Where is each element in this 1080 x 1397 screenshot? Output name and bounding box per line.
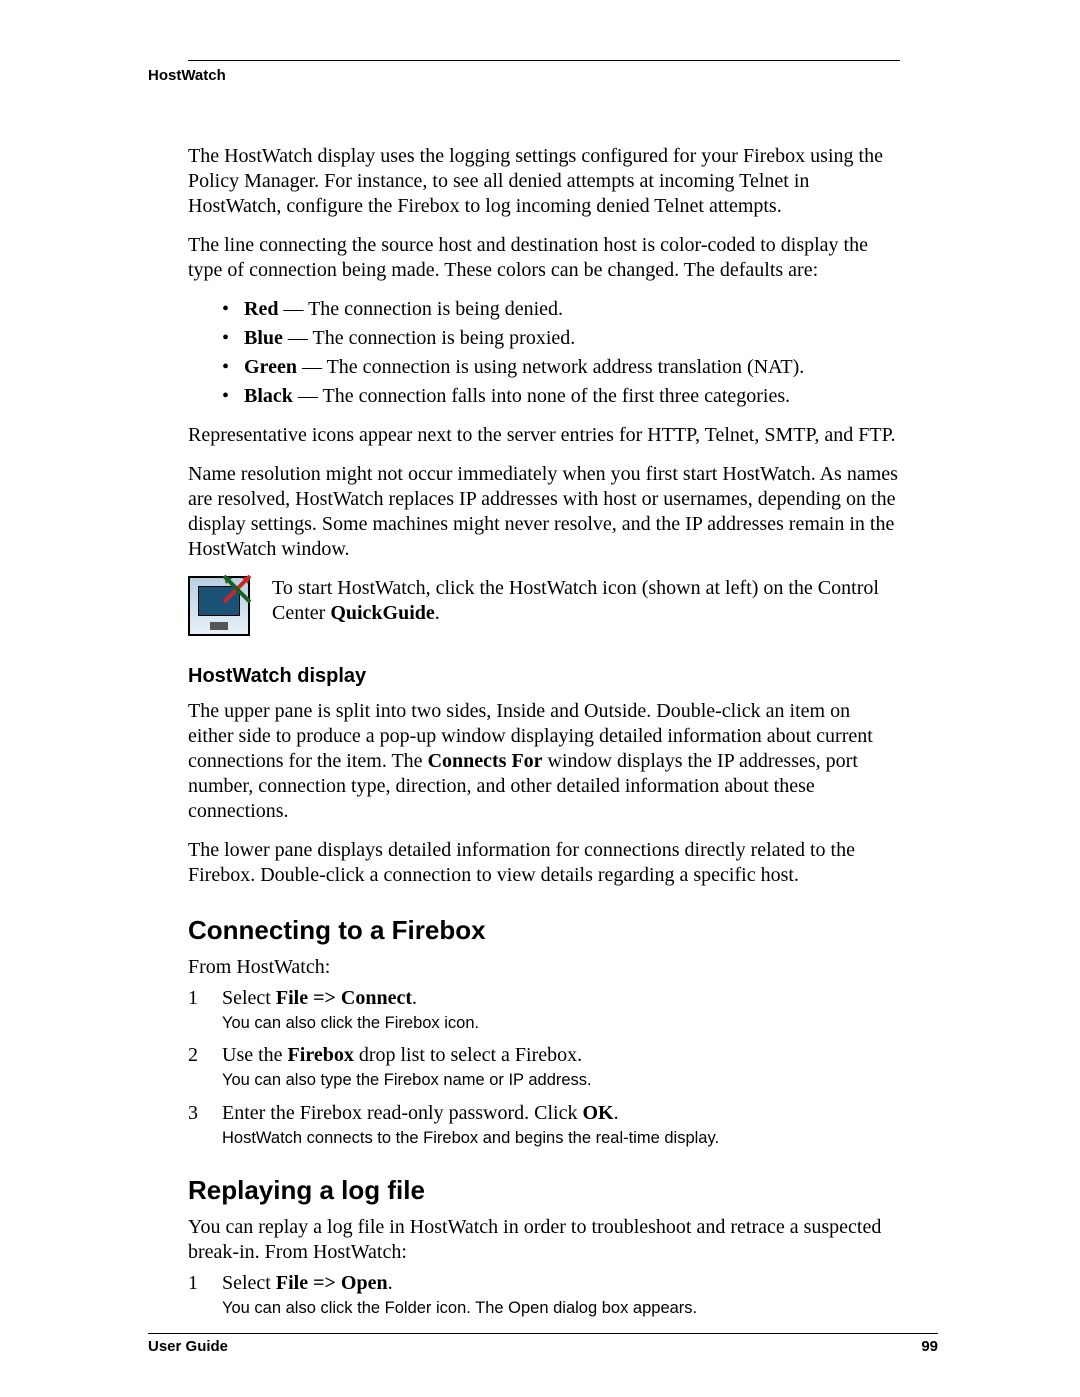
bullet-text: — The connection is being denied. xyxy=(278,298,563,320)
color-bullet-list: Red — The connection is being denied. Bl… xyxy=(222,297,900,409)
connects-for-label: Connects For xyxy=(428,750,543,772)
list-item: Black — The connection falls into none o… xyxy=(222,384,900,409)
list-item: Blue — The connection is being proxied. xyxy=(222,326,900,351)
list-item: Green — The connection is using network … xyxy=(222,355,900,380)
text: drop list to select a Firebox. xyxy=(354,1044,582,1066)
color-label: Red xyxy=(244,298,278,320)
text: . xyxy=(412,987,417,1009)
icon-paragraph: To start HostWatch, click the HostWatch … xyxy=(272,576,900,626)
paragraph: Name resolution might not occur immediat… xyxy=(188,462,900,562)
ok-label: OK xyxy=(582,1102,613,1124)
heading-replaying-log-file: Replaying a log file xyxy=(188,1174,900,1207)
paragraph: You can replay a log file in HostWatch i… xyxy=(188,1215,900,1265)
heading-connecting-to-firebox: Connecting to a Firebox xyxy=(188,914,900,947)
running-head: HostWatch xyxy=(148,67,900,84)
text: Enter the Firebox read-only password. Cl… xyxy=(222,1102,582,1124)
paragraph: The upper pane is split into two sides, … xyxy=(188,699,900,824)
step-number: 2 xyxy=(188,1043,198,1068)
step-number: 1 xyxy=(188,1271,198,1296)
step-item: 1 Select File => Connect. You can also c… xyxy=(188,986,900,1034)
color-label: Blue xyxy=(244,327,283,349)
step-note: You can also click the Firebox icon. xyxy=(222,1013,900,1034)
step-item: 2 Use the Firebox drop list to select a … xyxy=(188,1043,900,1091)
text: . xyxy=(614,1102,619,1124)
step-item: 1 Select File => Open. You can also clic… xyxy=(188,1271,900,1319)
footer-rule xyxy=(148,1333,938,1334)
paragraph: From HostWatch: xyxy=(188,955,900,980)
step-note: You can also click the Folder icon. The … xyxy=(222,1298,900,1319)
menu-connect: Connect xyxy=(336,987,412,1009)
step-number: 1 xyxy=(188,986,198,1011)
steps-replay: 1 Select File => Open. You can also clic… xyxy=(188,1271,900,1319)
body-text: The HostWatch display uses the logging s… xyxy=(188,144,900,1319)
hostwatch-icon xyxy=(188,576,250,636)
footer-left: User Guide xyxy=(148,1338,228,1355)
paragraph: Representative icons appear next to the … xyxy=(188,423,900,448)
subheading-hostwatch-display: HostWatch display xyxy=(188,664,900,689)
page-footer: User Guide 99 xyxy=(148,1333,938,1355)
menu-file: File xyxy=(276,1272,313,1294)
paragraph: The HostWatch display uses the logging s… xyxy=(188,144,900,219)
bullet-text: — The connection is being proxied. xyxy=(283,327,575,349)
text: Select xyxy=(222,987,276,1009)
step-number: 3 xyxy=(188,1101,198,1126)
color-label: Green xyxy=(244,356,297,378)
paragraph: The lower pane displays detailed informa… xyxy=(188,838,900,888)
text: . xyxy=(435,602,440,624)
arrow-icon: => xyxy=(313,1272,336,1294)
step-note: You can also type the Firebox name or IP… xyxy=(222,1070,900,1091)
text: Use the xyxy=(222,1044,288,1066)
quickguide-label: QuickGuide xyxy=(330,602,434,624)
bullet-text: — The connection falls into none of the … xyxy=(293,385,790,407)
text: Select xyxy=(222,1272,276,1294)
menu-file: File xyxy=(276,987,313,1009)
steps-connect: 1 Select File => Connect. You can also c… xyxy=(188,986,900,1149)
header-rule xyxy=(188,60,900,61)
paragraph: The line connecting the source host and … xyxy=(188,233,900,283)
text: . xyxy=(388,1272,393,1294)
arrow-icon: => xyxy=(313,987,336,1009)
step-item: 3 Enter the Firebox read-only password. … xyxy=(188,1101,900,1149)
page-number: 99 xyxy=(921,1338,938,1355)
list-item: Red — The connection is being denied. xyxy=(222,297,900,322)
step-note: HostWatch connects to the Firebox and be… xyxy=(222,1128,900,1149)
color-label: Black xyxy=(244,385,293,407)
firebox-label: Firebox xyxy=(288,1044,354,1066)
bullet-text: — The connection is using network addres… xyxy=(297,356,804,378)
page: HostWatch The HostWatch display uses the… xyxy=(0,0,1080,1397)
menu-open: Open xyxy=(336,1272,388,1294)
icon-callout: To start HostWatch, click the HostWatch … xyxy=(188,576,900,640)
